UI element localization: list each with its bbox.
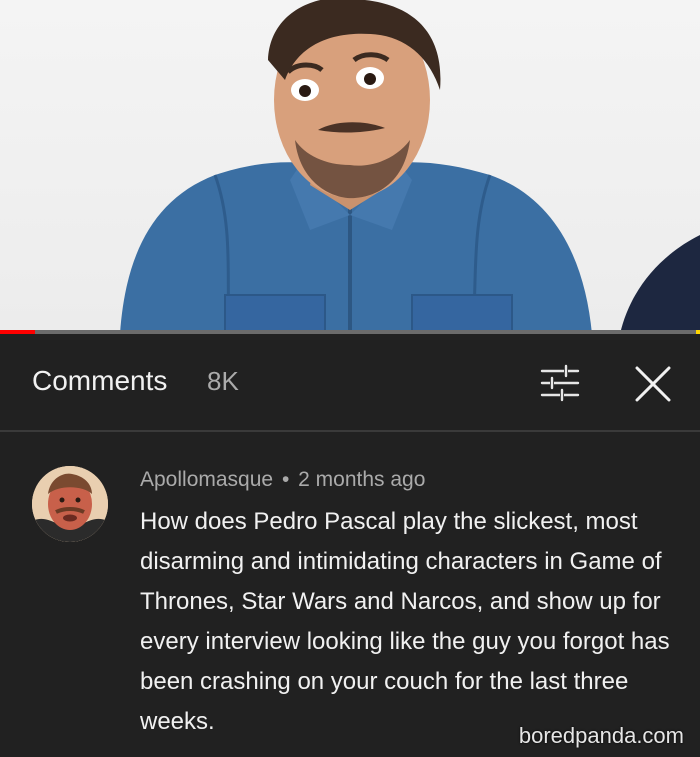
meta-separator: •: [281, 468, 290, 491]
avatar-image: [32, 466, 108, 542]
comments-count: 8K: [207, 366, 239, 396]
close-icon: [635, 366, 671, 402]
video-player[interactable]: [0, 0, 700, 334]
comment-timestamp: 2 months ago: [298, 468, 426, 491]
video-frame-person: [120, 0, 700, 334]
comments-title: Comments: [32, 365, 168, 396]
sort-filter-button[interactable]: [538, 363, 582, 403]
comment-item: Apollomasque • 2 months ago How does Ped…: [0, 432, 700, 757]
comment-author[interactable]: Apollomasque: [140, 468, 273, 491]
comments-header: Comments 8K: [0, 334, 700, 430]
comment-text: How does Pedro Pascal play the slickest,…: [140, 508, 670, 735]
close-comments-button[interactable]: [630, 361, 676, 407]
sort-filter-icon: [540, 364, 580, 402]
watermark: boredpanda.com: [518, 723, 684, 748]
comment-meta: Apollomasque • 2 months ago: [140, 468, 425, 492]
avatar[interactable]: [32, 466, 108, 542]
